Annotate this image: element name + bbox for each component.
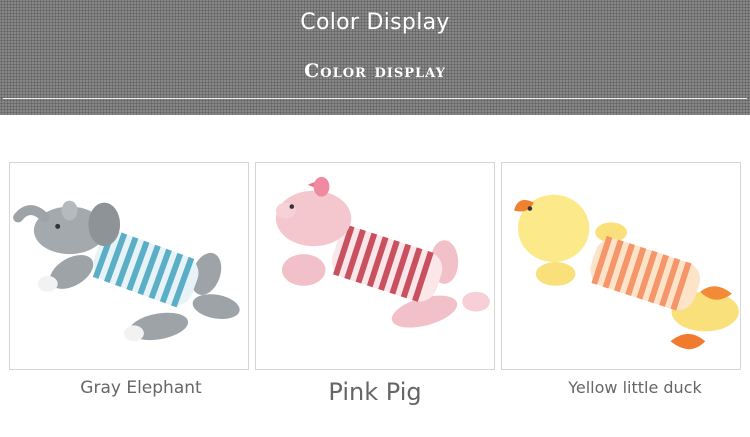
banner-divider: [3, 98, 747, 99]
pink-pig-toy-image: [275, 176, 490, 328]
product-card-gray-elephant[interactable]: [9, 162, 249, 370]
product-label-gray-elephant: Gray Elephant: [80, 378, 202, 398]
gray-elephant-toy-image: [13, 200, 240, 342]
product-label-yellow-duck: Yellow little duck: [568, 378, 702, 397]
banner-subtitle: Color display: [304, 60, 446, 82]
product-card-pink-pig[interactable]: [255, 162, 495, 370]
yellow-duck-toy-image: [514, 194, 739, 350]
product-card-yellow-duck[interactable]: [501, 162, 741, 370]
product-label-pink-pig: Pink Pig: [328, 378, 422, 406]
banner-title: Color Display: [300, 10, 450, 35]
header-banner: Color Display Color display: [0, 0, 750, 115]
